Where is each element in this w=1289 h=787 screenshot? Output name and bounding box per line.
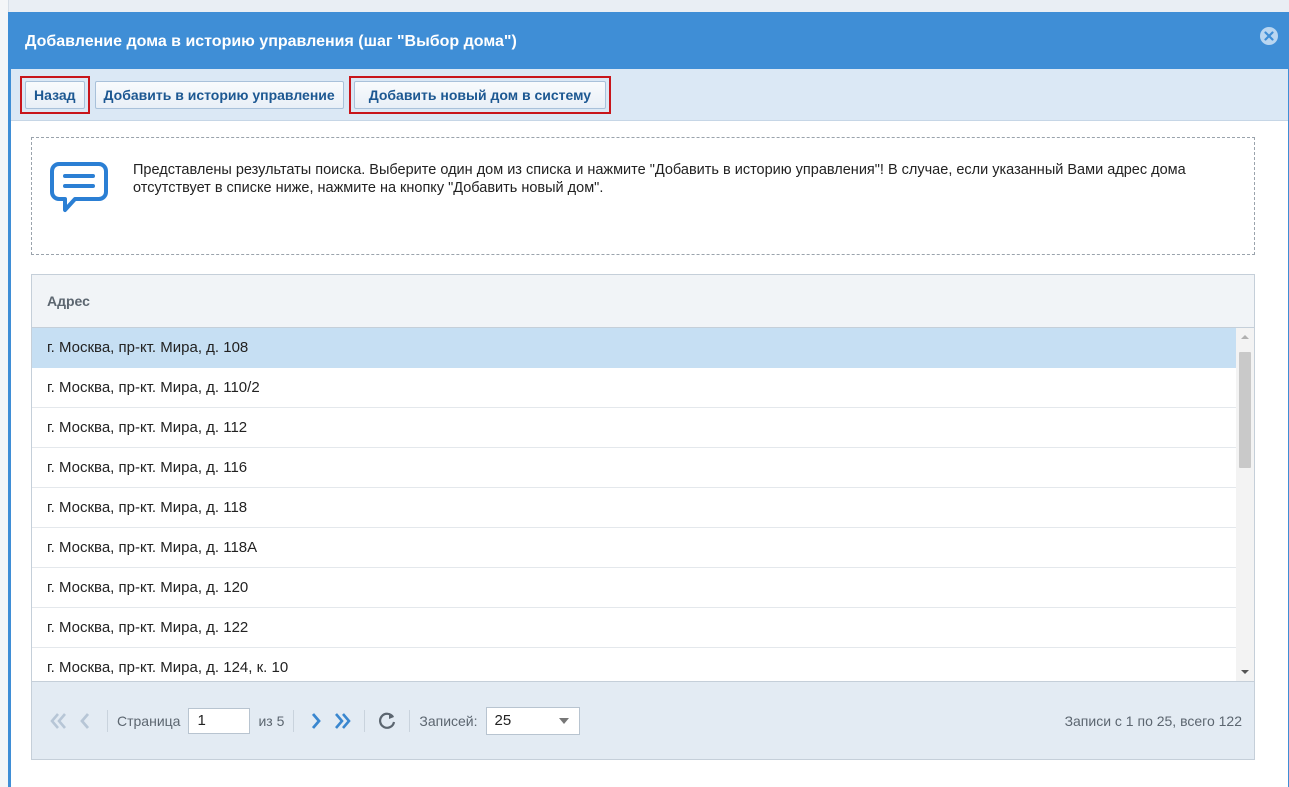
- prev-page-icon[interactable]: [72, 708, 98, 734]
- column-header-address[interactable]: Адрес: [32, 275, 1254, 328]
- scroll-thumb[interactable]: [1239, 352, 1251, 468]
- table-row[interactable]: г. Москва, пр-кт. Мира, д. 118: [32, 488, 1237, 528]
- dialog-titlebar: Добавление дома в историю управления (ша…: [11, 12, 1288, 69]
- separator: [293, 709, 295, 732]
- info-text: Представлены результаты поиска. Выберите…: [133, 162, 1186, 196]
- add-to-history-button[interactable]: Добавить в историю управление: [94, 80, 344, 109]
- back-button-highlight: Назад: [20, 75, 90, 114]
- last-page-icon[interactable]: [329, 708, 355, 734]
- table-row[interactable]: г. Москва, пр-кт. Мира, д. 118А: [32, 528, 1237, 568]
- records-per-page-label: Записей:: [419, 712, 478, 729]
- address-grid: Адрес г. Москва, пр-кт. Мира, д. 108 г. …: [31, 274, 1255, 760]
- first-page-icon[interactable]: [46, 708, 72, 734]
- close-icon[interactable]: [1260, 27, 1278, 45]
- info-box: Представлены результаты поиска. Выберите…: [31, 137, 1255, 255]
- pagination-bar: Страница из 5 Записей: 25 За: [32, 681, 1254, 759]
- grid-body: г. Москва, пр-кт. Мира, д. 108 г. Москва…: [32, 328, 1254, 681]
- vertical-scrollbar[interactable]: [1236, 328, 1254, 681]
- table-row[interactable]: г. Москва, пр-кт. Мира, д. 116: [32, 448, 1237, 488]
- records-summary: Записи с 1 по 25, всего 122: [1064, 712, 1242, 729]
- table-row[interactable]: г. Москва, пр-кт. Мира, д. 124, к. 10: [32, 648, 1237, 681]
- add-new-house-button[interactable]: Добавить новый дом в систему: [353, 80, 607, 109]
- next-page-icon[interactable]: [303, 708, 329, 734]
- toolbar: Назад Добавить в историю управление Доба…: [11, 69, 1288, 121]
- scroll-down-icon[interactable]: [1236, 663, 1254, 681]
- scroll-up-icon[interactable]: [1236, 328, 1254, 346]
- add-new-house-highlight: Добавить новый дом в систему: [348, 75, 612, 114]
- page-of-label: из 5: [258, 712, 285, 729]
- add-history-wrap: Добавить в историю управление: [90, 80, 349, 109]
- separator: [409, 709, 411, 732]
- table-row[interactable]: г. Москва, пр-кт. Мира, д. 122: [32, 608, 1237, 648]
- refresh-icon[interactable]: [374, 708, 400, 734]
- separator: [364, 709, 366, 732]
- back-button[interactable]: Назад: [25, 80, 85, 109]
- chat-bubble-icon: [49, 156, 109, 221]
- records-per-page-value: 25: [494, 712, 512, 729]
- page-number-input[interactable]: [188, 707, 251, 734]
- separator: [107, 709, 108, 732]
- page-label: Страница: [117, 712, 181, 729]
- table-row[interactable]: г. Москва, пр-кт. Мира, д. 108: [32, 328, 1237, 368]
- dialog-title: Добавление дома в историю управления (ша…: [25, 32, 517, 50]
- table-row[interactable]: г. Москва, пр-кт. Мира, д. 112: [32, 408, 1237, 448]
- table-row[interactable]: г. Москва, пр-кт. Мира, д. 120: [32, 568, 1237, 608]
- table-row[interactable]: г. Москва, пр-кт. Мира, д. 110/2: [32, 368, 1237, 408]
- chevron-down-icon: [558, 717, 569, 724]
- records-per-page-select[interactable]: 25: [485, 706, 580, 735]
